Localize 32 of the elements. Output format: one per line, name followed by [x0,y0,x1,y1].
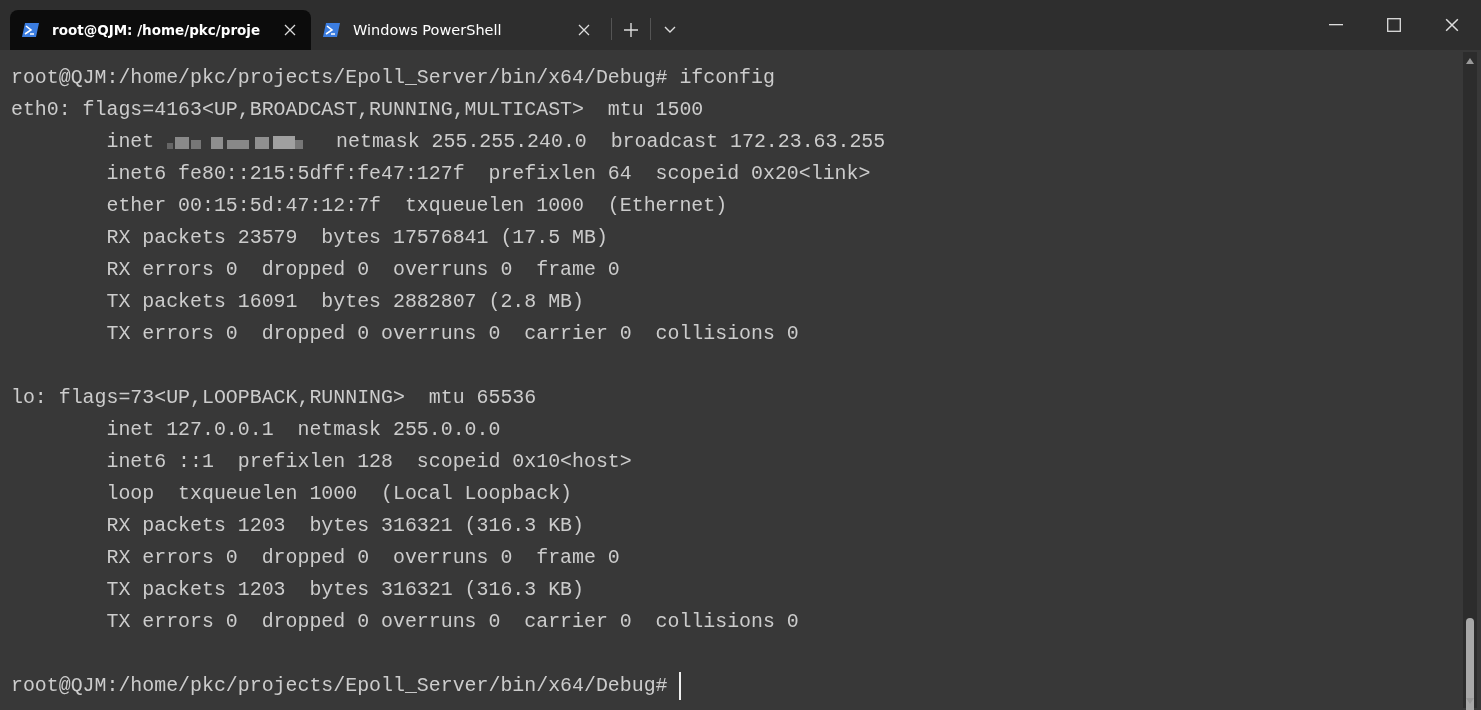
output-line: netmask 255.255.240.0 broadcast 172.23.63.255 [335,129,886,155]
close-icon [284,24,296,36]
scrollbar[interactable] [1463,52,1477,708]
output-line: inet [105,129,155,155]
output-line: TX errors 0 dropped 0 overruns 0 carrier 0 collisions 0 [105,609,799,635]
output-line: ether 00:15:5d:47:12:7f txqueuelen 1000 (Ethernet) [105,193,728,219]
output-line: eth0: flags=4163<UP,BROADCAST,RUNNING,MULTICAST> mtu 1500 [11,97,704,123]
output-line: inet6 ::1 prefixlen 128 scopeid 0x10<host> [105,449,632,475]
output-line: RX packets 1203 bytes 316321 (316.3 KB) [105,513,584,539]
maximize-icon [1387,18,1401,32]
close-icon [578,24,590,36]
output-line: loop txqueuelen 1000 (Local Loopback) [105,481,572,507]
powershell-icon [323,22,341,38]
output-line: RX errors 0 dropped 0 overruns 0 frame 0 [105,545,620,571]
output-line: inet 127.0.0.1 netmask 255.0.0.0 [105,417,501,443]
plus-icon [624,23,638,37]
tab[interactable]: Windows PowerShell [311,10,605,50]
output-line: TX packets 1203 bytes 316321 (316.3 KB) [105,577,584,603]
powershell-icon [22,22,40,38]
output-line: TX errors 0 dropped 0 overruns 0 carrier 0 collisions 0 [105,321,799,347]
output-line: TX packets 16091 bytes 2882807 (2.8 MB) [105,289,584,315]
output-line: RX packets 23579 bytes 17576841 (17.5 MB) [105,225,608,251]
output-line: inet6 fe80::215:5dff:fe47:127f prefixlen 64 scopeid 0x20<link> [105,161,871,187]
scroll-up-icon[interactable] [1466,58,1474,64]
tab[interactable]: root@QJM: /home/pkc/proje [10,10,311,50]
command-prompt: root@QJM:/home/pkc/projects/Epoll_Server/bin/x64/Debug# [11,673,669,699]
close-icon [1445,18,1459,32]
minimize-icon [1329,24,1343,26]
output-line: lo: flags=73<UP,LOOPBACK,RUNNING> mtu 65536 [11,385,537,411]
chevron-down-icon [664,26,676,34]
output-line: root@QJM:/home/pkc/projects/Epoll_Server/bin/x64/Debug# ifconfig [11,65,775,91]
output-line: RX errors 0 dropped 0 overruns 0 frame 0 [105,257,620,283]
